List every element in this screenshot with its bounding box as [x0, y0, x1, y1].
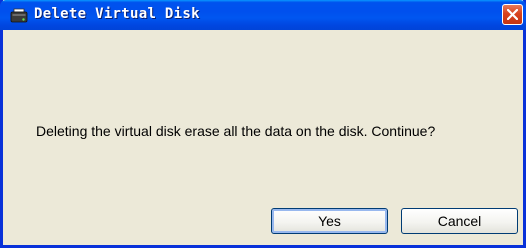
cancel-button[interactable]: Cancel [401, 208, 518, 234]
close-button[interactable] [502, 4, 523, 25]
window-title: Delete Virtual Disk [34, 6, 200, 22]
close-icon [507, 9, 518, 20]
yes-button[interactable]: Yes [271, 208, 388, 234]
title-bar[interactable]: Delete Virtual Disk [0, 0, 526, 30]
dialog-window: Delete Virtual Disk Deleting the virtual… [0, 0, 526, 248]
dialog-message: Deleting the virtual disk erase all the … [36, 123, 436, 139]
virtual-disk-icon [10, 7, 28, 23]
